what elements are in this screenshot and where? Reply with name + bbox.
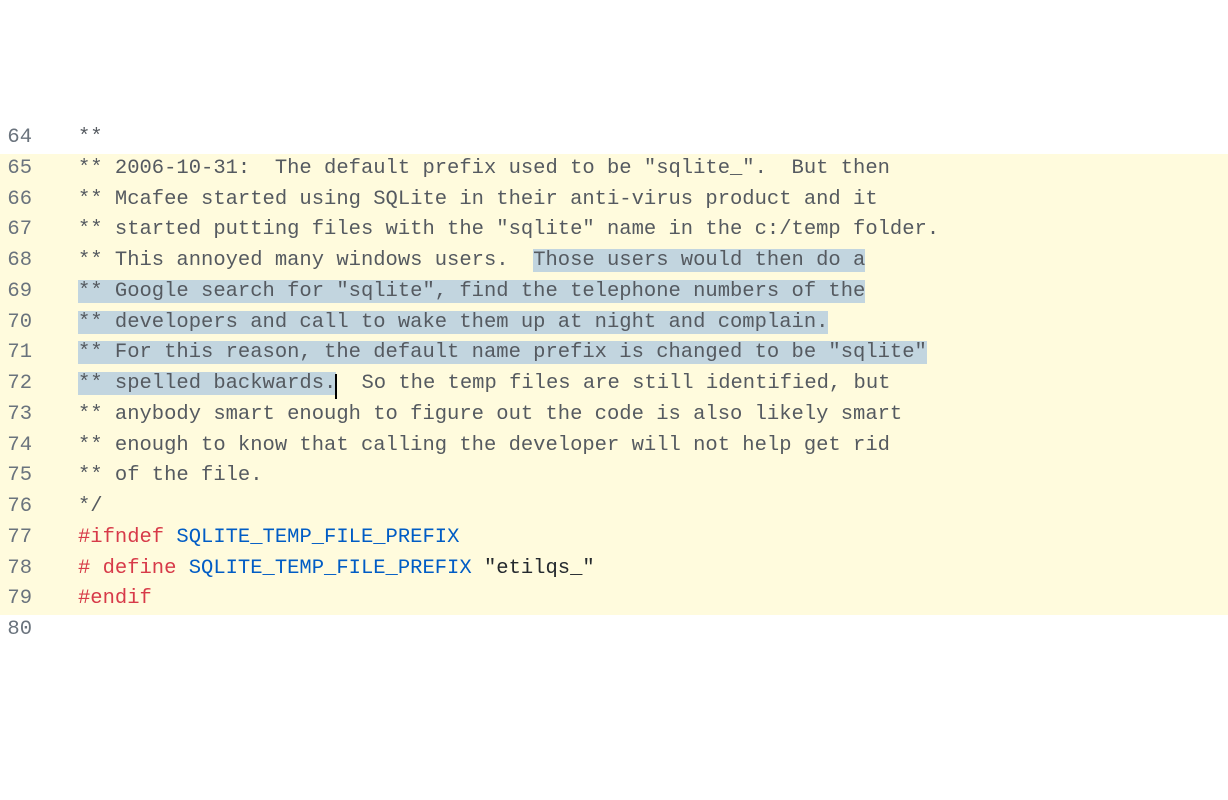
line-content[interactable]: ** 2006-10-31: The default prefix used t… xyxy=(52,154,1228,185)
code-token: SQLITE_TEMP_FILE_PREFIX xyxy=(189,557,484,580)
code-token: SQLITE_TEMP_FILE_PREFIX xyxy=(176,526,459,549)
line-content[interactable]: ** Google search for "sqlite", find the … xyxy=(52,277,1228,308)
line-number: 71 xyxy=(0,338,52,369)
code-token: ** enough to know that calling the devel… xyxy=(78,434,890,457)
selected-text: ** For this reason, the default name pre… xyxy=(78,341,927,364)
line-number: 64 xyxy=(0,123,52,154)
code-block[interactable]: 64 ** 65 ** 2006-10-31: The default prefix … xyxy=(0,123,1228,646)
line-content[interactable]: # define SQLITE_TEMP_FILE_PREFIX "etilqs… xyxy=(52,554,1228,585)
line-content[interactable]: ** developers and call to wake them up a… xyxy=(52,308,1228,339)
line-number: 75 xyxy=(0,461,52,492)
line-number: 73 xyxy=(0,400,52,431)
code-token: #endif xyxy=(78,587,152,610)
line-content[interactable] xyxy=(52,615,1228,646)
line-content[interactable]: ** anybody smart enough to figure out th… xyxy=(52,400,1228,431)
code-line[interactable]: 75 ** of the file. xyxy=(0,461,1228,492)
code-line[interactable]: 68** This annoyed many windows users. Th… xyxy=(0,246,1228,277)
code-token: */ xyxy=(78,495,103,518)
code-line[interactable]: 65 ** 2006-10-31: The default prefix used… xyxy=(0,154,1228,185)
line-number: 65 xyxy=(0,154,52,185)
line-number: 70 xyxy=(0,308,52,339)
line-content[interactable]: ** enough to know that calling the devel… xyxy=(52,431,1228,462)
code-line[interactable]: 78# define SQLITE_TEMP_FILE_PREFIX "etil… xyxy=(0,554,1228,585)
line-content[interactable]: ** spelled backwards. So the temp files … xyxy=(52,369,1228,400)
code-token: ** xyxy=(78,126,103,149)
line-content[interactable]: ** started putting files with the "sqlit… xyxy=(52,215,1228,246)
code-line[interactable]: 70 ** developers and call to wake them up… xyxy=(0,308,1228,339)
line-number: 77 xyxy=(0,523,52,554)
line-content[interactable]: #ifndef SQLITE_TEMP_FILE_PREFIX xyxy=(52,523,1228,554)
selected-text: Those users would then do a xyxy=(533,249,865,272)
code-token: ** Mcafee started using SQLite in their … xyxy=(78,188,878,211)
line-content[interactable]: */ xyxy=(52,492,1228,523)
selected-text: ** Google search for "sqlite", find the … xyxy=(78,280,865,303)
code-token: # define xyxy=(78,557,189,580)
code-line[interactable]: 80 xyxy=(0,615,1228,646)
code-line[interactable]: 71 ** For this reason, the default name p… xyxy=(0,338,1228,369)
code-token: ** anybody smart enough to figure out th… xyxy=(78,403,902,426)
code-token xyxy=(78,618,90,641)
code-line[interactable]: 79 #endif xyxy=(0,584,1228,615)
selected-text: ** spelled backwards. xyxy=(78,372,336,395)
code-line[interactable]: 69 ** Google search for "sqlite", find th… xyxy=(0,277,1228,308)
code-line[interactable]: 72** spelled backwards. So the temp file… xyxy=(0,369,1228,400)
code-line[interactable]: 73 ** anybody smart enough to figure out … xyxy=(0,400,1228,431)
line-number: 80 xyxy=(0,615,52,646)
line-content[interactable]: ** For this reason, the default name pre… xyxy=(52,338,1228,369)
code-token: ** This annoyed many windows users. xyxy=(78,249,533,272)
line-number: 78 xyxy=(0,554,52,585)
line-number: 68 xyxy=(0,246,52,277)
line-content[interactable]: #endif xyxy=(52,584,1228,615)
code-token: #ifndef xyxy=(78,526,176,549)
line-content[interactable]: ** xyxy=(52,123,1228,154)
code-token: ** started putting files with the "sqlit… xyxy=(78,218,939,241)
selected-text: ** developers and call to wake them up a… xyxy=(78,311,828,334)
code-token: ** of the file. xyxy=(78,464,263,487)
line-number: 76 xyxy=(0,492,52,523)
code-token: "etilqs_" xyxy=(484,557,595,580)
code-line[interactable]: 66 ** Mcafee started using SQLite in thei… xyxy=(0,185,1228,216)
line-content[interactable]: ** of the file. xyxy=(52,461,1228,492)
code-line[interactable]: 64 ** xyxy=(0,123,1228,154)
code-line[interactable]: 74 ** enough to know that calling the dev… xyxy=(0,431,1228,462)
line-number: 66 xyxy=(0,185,52,216)
code-token: ** 2006-10-31: The default prefix used t… xyxy=(78,157,890,180)
line-number: 74 xyxy=(0,431,52,462)
code-token: So the temp files are still identified, … xyxy=(337,372,891,395)
line-content[interactable]: ** This annoyed many windows users. Thos… xyxy=(52,246,1228,277)
code-line[interactable]: 77#ifndef SQLITE_TEMP_FILE_PREFIX xyxy=(0,523,1228,554)
line-number: 67 xyxy=(0,215,52,246)
line-number: 72 xyxy=(0,369,52,400)
line-number: 79 xyxy=(0,584,52,615)
line-number: 69 xyxy=(0,277,52,308)
code-line[interactable]: 67 ** started putting files with the "sql… xyxy=(0,215,1228,246)
code-line[interactable]: 76 */ xyxy=(0,492,1228,523)
line-content[interactable]: ** Mcafee started using SQLite in their … xyxy=(52,185,1228,216)
